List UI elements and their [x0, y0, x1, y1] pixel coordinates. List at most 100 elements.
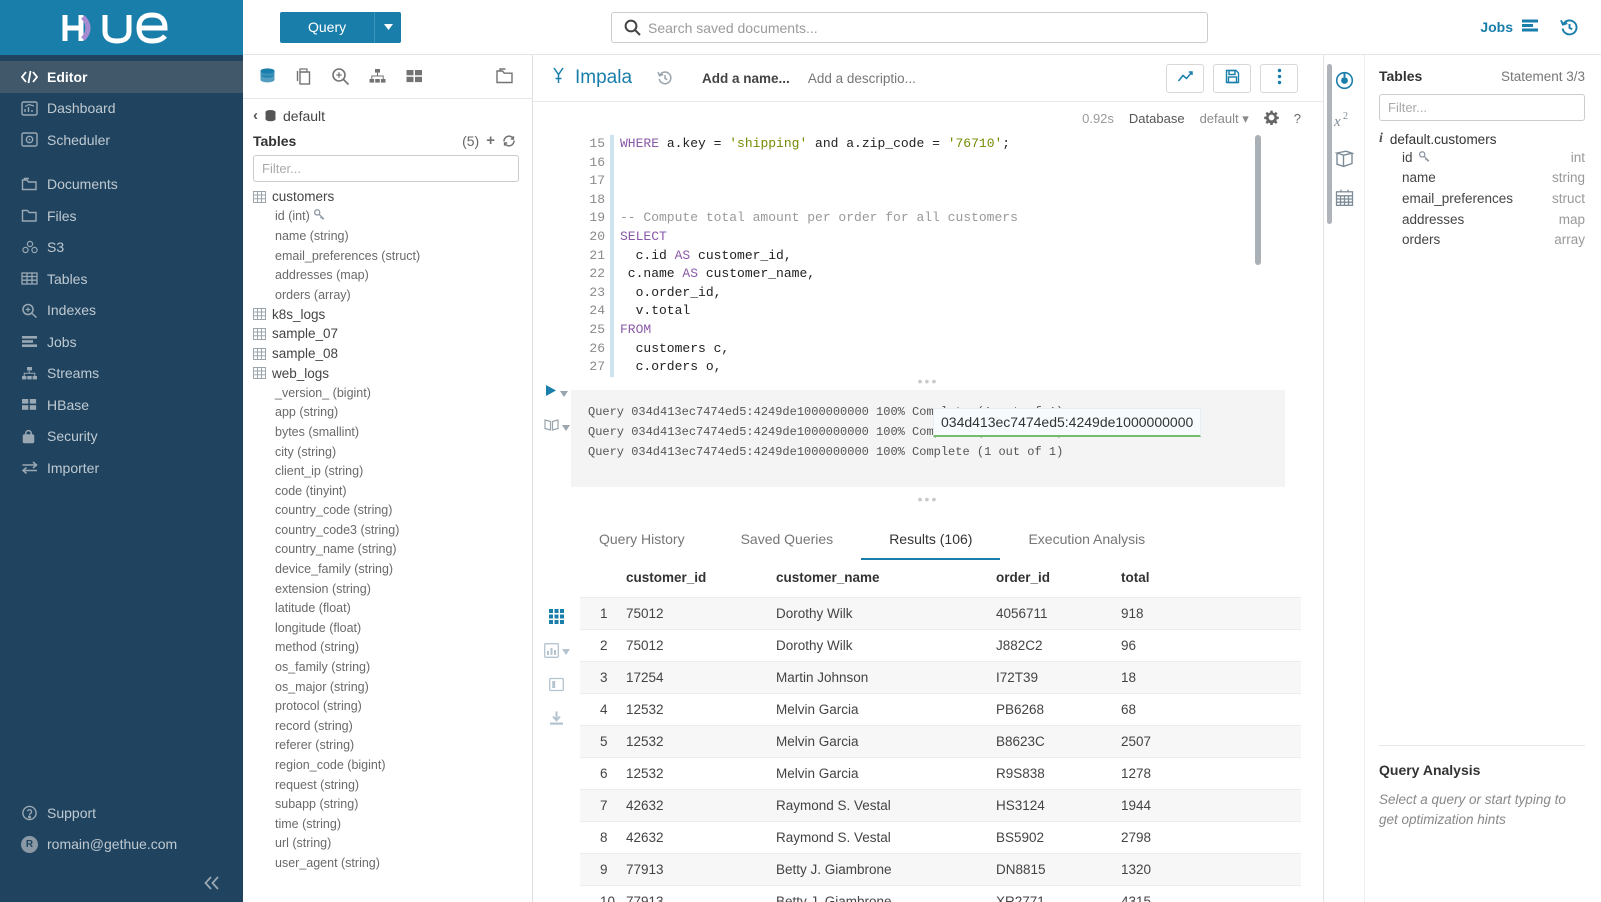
assist-filter-input[interactable] — [253, 155, 519, 182]
grid-view-icon[interactable] — [549, 609, 564, 624]
sidebar-item-scheduler[interactable]: Scheduler — [0, 124, 243, 156]
explain-query-button[interactable] — [544, 418, 570, 434]
sidebar-item-hbase[interactable]: HBase — [0, 389, 243, 421]
assist-column-item[interactable]: subapp (string) — [253, 794, 532, 814]
assist-column-item[interactable]: app (string) — [253, 403, 532, 423]
assist-column-item[interactable]: id (int) — [253, 207, 532, 227]
engine-selector[interactable]: Impala — [551, 66, 632, 91]
assist-column-item[interactable]: country_code (string) — [253, 501, 532, 521]
table-row[interactable]: 7 42632 Raymond S. Vestal HS3124 1944 — [580, 789, 1301, 822]
assist-column-item[interactable]: email_preferences (struct) — [253, 246, 532, 266]
sidebar-item-jobs[interactable]: Jobs — [0, 326, 243, 358]
assist-compass-icon[interactable] — [1335, 71, 1354, 90]
assist-column-item[interactable]: longitude (float) — [253, 618, 532, 638]
results-tab[interactable]: Execution Analysis — [1000, 521, 1173, 560]
right-panel-column-row[interactable]: name string — [1379, 168, 1585, 189]
results-tab[interactable]: Query History — [571, 521, 713, 560]
book-icon[interactable] — [1334, 150, 1354, 168]
run-query-button[interactable] — [544, 384, 568, 400]
search-input[interactable] — [611, 12, 1208, 43]
query-name-input[interactable]: Add a name... — [702, 71, 790, 86]
sidebar-item-security[interactable]: Security — [0, 421, 243, 453]
info-icon[interactable]: i — [1379, 131, 1383, 147]
jobs-link[interactable]: Jobs — [1480, 18, 1540, 36]
collapse-sidebar-button[interactable] — [0, 860, 243, 892]
assist-column-item[interactable]: country_name (string) — [253, 540, 532, 560]
right-panel-column-row[interactable]: id int — [1379, 147, 1585, 168]
table-row[interactable]: 6 12532 Melvin Garcia R9S838 1278 — [580, 757, 1301, 790]
table-row[interactable]: 4 12532 Melvin Garcia PB6268 68 — [580, 693, 1301, 726]
download-icon[interactable] — [549, 711, 564, 726]
sidebar-item-importer[interactable]: Importer — [0, 452, 243, 484]
sidebar-item-tables[interactable]: Tables — [0, 263, 243, 295]
sidebar-item-streams[interactable]: Streams — [0, 358, 243, 390]
right-rail-scrollbar[interactable] — [1327, 64, 1332, 224]
right-panel-column-row[interactable]: addresses map — [1379, 209, 1585, 230]
assist-table-item[interactable]: customers — [253, 187, 532, 207]
right-panel-table-row[interactable]: i default.customers — [1379, 131, 1585, 147]
functions-x2-icon[interactable]: x2 — [1334, 111, 1355, 129]
table-row[interactable]: 9 77913 Betty J. Giambrone DN8815 1320 — [580, 853, 1301, 886]
assist-column-item[interactable]: country_code3 (string) — [253, 520, 532, 540]
column-header[interactable]: customer_id — [626, 560, 776, 598]
assist-column-item[interactable]: bytes (smallint) — [253, 422, 532, 442]
assist-column-item[interactable]: region_code (bigint) — [253, 755, 532, 775]
assist-column-item[interactable]: referer (string) — [253, 736, 532, 756]
assist-column-item[interactable]: code (tinyint) — [253, 481, 532, 501]
assist-column-item[interactable]: os_major (string) — [253, 677, 532, 697]
sidebar-item-dashboard[interactable]: Dashboard — [0, 93, 243, 125]
resize-handle-logs[interactable]: ••• — [533, 374, 1323, 390]
column-header[interactable]: customer_name — [776, 560, 996, 598]
code-content[interactable]: WHERE a.key = 'shipping' and a.zip_code … — [610, 135, 1323, 377]
assist-column-item[interactable]: url (string) — [253, 834, 532, 854]
assist-column-item[interactable]: extension (string) — [253, 579, 532, 599]
assist-table-item[interactable]: sample_08 — [253, 344, 532, 364]
right-panel-filter-input[interactable] — [1379, 94, 1585, 121]
sidebar-item-editor[interactable]: Editor — [0, 61, 243, 93]
gear-icon[interactable] — [1263, 110, 1279, 128]
assist-tab-grid[interactable] — [405, 68, 424, 85]
assist-tab-database[interactable] — [258, 67, 277, 86]
assist-tab-search[interactable] — [331, 67, 350, 86]
assist-table-item[interactable]: web_logs — [253, 363, 532, 383]
table-row[interactable]: 3 17254 Martin Johnson I72T39 18 — [580, 661, 1301, 694]
results-tab[interactable]: Saved Queries — [713, 521, 862, 560]
sidebar-item-support[interactable]: Support — [0, 797, 243, 829]
table-row[interactable]: 1 75012 Dorothy Wilk 4056711 918 — [580, 597, 1301, 630]
assist-table-item[interactable]: k8s_logs — [253, 305, 532, 325]
app-logo[interactable] — [0, 0, 243, 55]
assist-column-item[interactable]: device_family (string) — [253, 559, 532, 579]
chevron-left-icon[interactable]: ‹ — [253, 107, 258, 124]
assist-column-item[interactable]: protocol (string) — [253, 696, 532, 716]
table-row[interactable]: 2 75012 Dorothy Wilk J882C2 96 — [580, 629, 1301, 662]
save-button[interactable] — [1213, 63, 1251, 93]
sidebar-item-documents[interactable]: Documents — [0, 169, 243, 201]
results-tab[interactable]: Results (106) — [861, 521, 1001, 560]
assist-database-row[interactable]: ‹ default — [253, 107, 532, 124]
query-dropdown-caret[interactable] — [374, 11, 402, 43]
column-header[interactable]: total — [1121, 560, 1301, 598]
assist-column-item[interactable]: addresses (map) — [253, 265, 532, 285]
assist-table-item[interactable]: sample_07 — [253, 324, 532, 344]
assist-column-item[interactable]: city (string) — [253, 442, 532, 462]
assist-tab-documents[interactable] — [295, 67, 313, 86]
assist-column-item[interactable]: _version_ (bigint) — [253, 383, 532, 403]
sidebar-item-user[interactable]: R romain@gethue.com — [0, 829, 243, 861]
assist-column-item[interactable]: latitude (float) — [253, 598, 532, 618]
code-area[interactable]: 1516171819202122232425262728 WHERE a.key… — [578, 135, 1323, 377]
assist-column-item[interactable]: user_agent (string) — [253, 853, 532, 873]
columns-icon[interactable] — [549, 677, 564, 692]
right-panel-column-row[interactable]: orders array — [1379, 229, 1585, 250]
column-header[interactable]: order_id — [996, 560, 1121, 598]
assist-column-item[interactable]: time (string) — [253, 814, 532, 834]
assist-column-item[interactable]: record (string) — [253, 716, 532, 736]
editor-scrollbar[interactable] — [1255, 135, 1261, 265]
assist-column-item[interactable]: orders (array) — [253, 285, 532, 305]
table-row[interactable]: 5 12532 Melvin Garcia B8623C 2507 — [580, 725, 1301, 758]
table-row[interactable]: 10 77913 Betty J. Giambrone XR2771 4315 — [580, 885, 1301, 902]
chart-button[interactable] — [1166, 63, 1204, 93]
editor-history-icon[interactable] — [657, 70, 673, 86]
more-button[interactable] — [1260, 63, 1298, 93]
database-select[interactable]: default ▾ — [1200, 111, 1249, 127]
resize-handle-results[interactable]: ••• — [533, 492, 1323, 508]
